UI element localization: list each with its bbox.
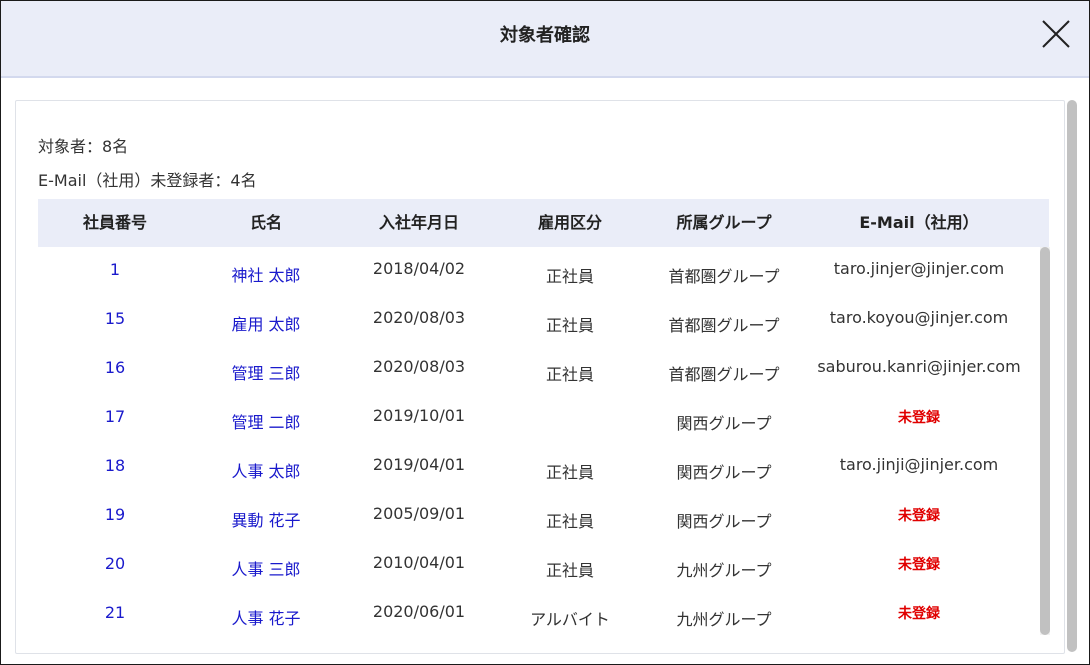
employment-type: 正社員 xyxy=(545,267,594,286)
hire-date: 2010/04/01 xyxy=(372,553,466,572)
employment-type: 正社員 xyxy=(545,316,594,335)
table-header: 社員番号 氏名 入社年月日 雇用区分 所属グループ E-Mail（社用） xyxy=(38,199,1049,247)
employee-name-link[interactable]: 人事 三郎 xyxy=(208,556,324,580)
dialog-header: 対象者確認 xyxy=(1,1,1089,78)
employee-name-link[interactable]: 雇用 太郎 xyxy=(208,311,324,335)
email: taro.koyou@jinjer.com xyxy=(829,308,1009,327)
employee-name-link[interactable]: 人事 花子 xyxy=(208,605,324,629)
unregistered-count: E-Mail（社用）未登録者：4名 xyxy=(38,171,257,190)
confirm-targets-dialog: 対象者確認 対象者：8名 E-Mail（社用）未登録者：4名 社員番号 氏名 入… xyxy=(0,0,1090,665)
employee-name-link[interactable]: 人事 太郎 xyxy=(208,458,324,482)
group: 首都圏グループ xyxy=(668,316,780,335)
table-scrollbar-thumb[interactable] xyxy=(1040,247,1050,635)
table-row: 20 人事 三郎 2010/04/01 正社員 九州グループ 未登録 xyxy=(38,541,1038,590)
email-unregistered-badge: 未登録 xyxy=(898,508,940,524)
employment-type: 正社員 xyxy=(545,512,594,531)
employee-name-link[interactable]: 異動 花子 xyxy=(208,507,324,531)
employment-type: 正社員 xyxy=(545,365,594,384)
employee-id-link[interactable]: 1 xyxy=(76,260,154,279)
table-row: 17 管理 二郎 2019/10/01 関西グループ 未登録 xyxy=(38,394,1038,443)
employment-type: 正社員 xyxy=(545,561,594,580)
group: 関西グループ xyxy=(676,463,772,482)
hire-date: 2019/04/01 xyxy=(372,455,466,474)
employee-id-link[interactable]: 19 xyxy=(76,505,154,524)
close-button[interactable] xyxy=(1039,17,1073,51)
email-unregistered-badge: 未登録 xyxy=(898,410,940,426)
employee-id-link[interactable]: 15 xyxy=(76,309,154,328)
header-employee-id: 社員番号 xyxy=(82,213,147,232)
employee-id-link[interactable]: 18 xyxy=(76,456,154,475)
employment-type: アルバイト xyxy=(530,610,610,629)
content-panel: 対象者：8名 E-Mail（社用）未登録者：4名 社員番号 氏名 入社年月日 雇… xyxy=(15,100,1065,654)
group: 九州グループ xyxy=(676,561,772,580)
hire-date: 2005/09/01 xyxy=(372,504,466,523)
email-unregistered-badge: 未登録 xyxy=(898,606,940,622)
table-row: 15 雇用 太郎 2020/08/03 正社員 首都圏グループ taro.koyou@ji… xyxy=(38,296,1038,345)
header-name: 氏名 xyxy=(249,213,282,232)
employee-name-link[interactable]: 管理 三郎 xyxy=(208,360,324,384)
table-scrollbar[interactable] xyxy=(1040,247,1050,635)
group: 関西グループ xyxy=(676,512,772,531)
table-row: 21 人事 花子 2020/06/01 アルバイト 九州グループ 未登録 xyxy=(38,590,1038,637)
header-hire-date: 入社年月日 xyxy=(378,213,459,232)
header-employment-type: 雇用区分 xyxy=(537,213,602,232)
group: 九州グループ xyxy=(676,610,772,629)
hire-date: 2019/10/01 xyxy=(372,406,466,425)
hire-date: 2020/08/03 xyxy=(372,308,466,327)
group: 関西グループ xyxy=(676,414,772,433)
table-row: 18 人事 太郎 2019/04/01 正社員 関西グループ taro.jinji@jin… xyxy=(38,443,1038,492)
table-row: 19 異動 花子 2005/09/01 正社員 関西グループ 未登録 xyxy=(38,492,1038,541)
group: 首都圏グループ xyxy=(668,267,780,286)
employment-type: 正社員 xyxy=(545,463,594,482)
header-group: 所属グループ xyxy=(676,213,772,232)
email-unregistered-badge: 未登録 xyxy=(898,557,940,573)
employee-id-link[interactable]: 17 xyxy=(76,407,154,426)
employee-id-link[interactable]: 21 xyxy=(76,603,154,622)
table-row: 16 管理 三郎 2020/08/03 正社員 首都圏グループ saburou.kanri… xyxy=(38,345,1038,394)
target-count: 対象者：8名 xyxy=(38,137,129,156)
header-email: E-Mail（社用） xyxy=(859,213,979,232)
email: taro.jinji@jinjer.com xyxy=(839,455,999,474)
hire-date: 2018/04/02 xyxy=(372,259,466,278)
employee-name-link[interactable]: 管理 二郎 xyxy=(208,409,324,433)
table-row: 1 神社 太郎 2018/04/02 正社員 首都圏グループ taro.jinjer@ji… xyxy=(38,247,1038,296)
employee-name-link[interactable]: 神社 太郎 xyxy=(208,262,324,286)
hire-date: 2020/06/01 xyxy=(372,602,466,621)
close-icon xyxy=(1042,20,1070,48)
table-body: 1 神社 太郎 2018/04/02 正社員 首都圏グループ taro.jinjer@ji… xyxy=(38,247,1038,637)
employee-id-link[interactable]: 16 xyxy=(76,358,154,377)
dialog-scrollbar-thumb[interactable] xyxy=(1067,100,1077,652)
employee-id-link[interactable]: 20 xyxy=(76,554,154,573)
group: 首都圏グループ xyxy=(668,365,780,384)
email: taro.jinjer@jinjer.com xyxy=(833,259,1005,278)
email: saburou.kanri@jinjer.com xyxy=(817,357,1021,376)
hire-date: 2020/08/03 xyxy=(372,357,466,376)
dialog-title: 対象者確認 xyxy=(500,25,590,46)
